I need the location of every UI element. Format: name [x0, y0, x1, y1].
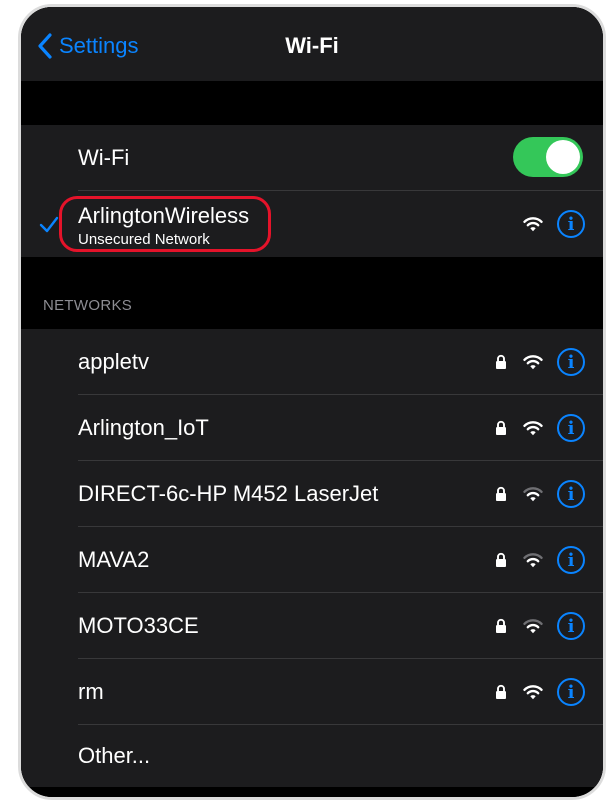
network-icons: i [495, 329, 585, 395]
network-name: MAVA2 [78, 547, 150, 572]
network-name: DIRECT-6c-HP M452 LaserJet [78, 481, 379, 506]
screen: Settings Wi-Fi Wi-Fi ArlingtonWireless U… [21, 7, 603, 797]
wifi-signal-icon [523, 355, 543, 370]
toggle-knob [546, 140, 580, 174]
lock-icon [496, 552, 506, 567]
info-icon[interactable]: i [557, 612, 585, 640]
network-name: Arlington_IoT [78, 415, 209, 440]
other-label: Other... [78, 743, 151, 768]
wifi-signal-icon [523, 553, 543, 568]
wifi-signal-icon [523, 217, 543, 232]
networks-section-header: NETWORKS [43, 297, 133, 314]
wifi-group: Wi-Fi ArlingtonWireless Unsecured Networ… [21, 125, 603, 257]
network-icons: i [495, 395, 585, 461]
lock-icon [496, 684, 506, 699]
lock-icon [496, 486, 506, 501]
network-name: appletv [78, 349, 149, 374]
navigation-bar: Settings Wi-Fi [21, 7, 603, 81]
info-icon[interactable]: i [557, 348, 585, 376]
network-icons: i [495, 461, 585, 527]
page-title: Wi-Fi [285, 33, 339, 58]
lock-icon [496, 354, 506, 369]
network-row[interactable]: appletv i [21, 329, 603, 395]
network-icons: i [495, 527, 585, 593]
info-icon[interactable]: i [557, 480, 585, 508]
network-name: rm [78, 679, 104, 704]
info-icon[interactable]: i [557, 546, 585, 574]
wifi-signal-icon [523, 685, 543, 700]
wifi-toggle[interactable] [513, 137, 583, 177]
lock-icon [496, 618, 506, 633]
info-icon[interactable]: i [557, 414, 585, 442]
info-icon[interactable]: i [557, 210, 585, 238]
device-frame: Settings Wi-Fi Wi-Fi ArlingtonWireless U… [18, 4, 606, 800]
wifi-signal-icon [523, 619, 543, 634]
wifi-label: Wi-Fi [78, 145, 130, 170]
wifi-signal-icon [523, 487, 543, 502]
network-row[interactable]: MAVA2 i [21, 527, 603, 593]
network-icons: i [495, 593, 585, 659]
current-network-row[interactable]: ArlingtonWireless Unsecured Network i [21, 191, 603, 257]
lock-icon [496, 420, 506, 435]
checkmark-icon [39, 216, 59, 233]
network-row[interactable]: DIRECT-6c-HP M452 LaserJet i [21, 461, 603, 527]
other-network-row[interactable]: Other... [21, 725, 603, 787]
networks-list: appletv i Arlington_IoT i DIRECT-6c-HP M452 … [21, 329, 603, 787]
network-row[interactable]: MOTO33CE i [21, 593, 603, 659]
wifi-toggle-row: Wi-Fi [21, 125, 603, 191]
network-icons: i [495, 659, 585, 725]
network-row[interactable]: Arlington_IoT i [21, 395, 603, 461]
network-row[interactable]: rm i [21, 659, 603, 725]
info-icon[interactable]: i [557, 678, 585, 706]
highlight-annotation [59, 196, 271, 252]
wifi-signal-icon [523, 421, 543, 436]
network-icons: i [523, 191, 585, 257]
network-name: MOTO33CE [78, 613, 199, 638]
